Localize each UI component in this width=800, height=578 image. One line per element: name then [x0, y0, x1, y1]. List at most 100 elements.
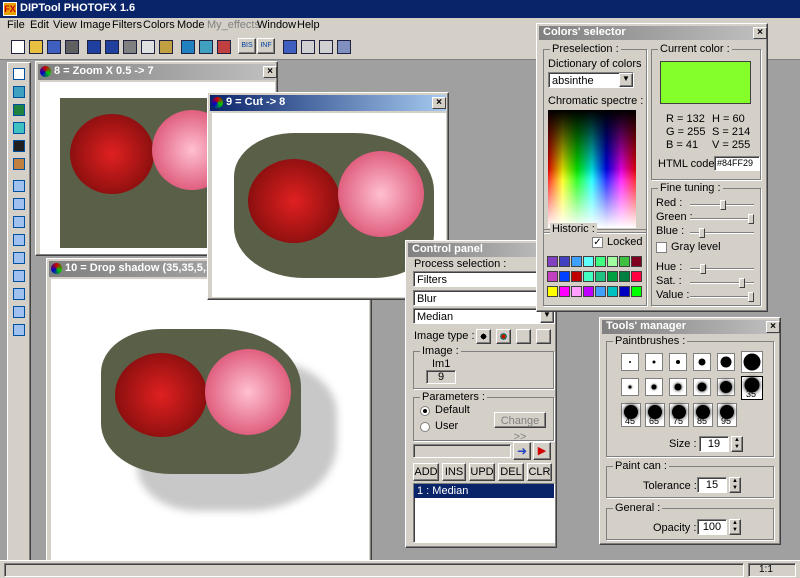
historic-swatch[interactable]	[607, 271, 618, 282]
brush-9[interactable]	[669, 378, 687, 396]
deselect-icon[interactable]	[11, 322, 27, 338]
historic-swatch[interactable]	[595, 286, 606, 297]
historic-swatch[interactable]	[631, 286, 642, 297]
print-icon[interactable]	[62, 37, 82, 57]
historic-swatch[interactable]	[619, 256, 630, 267]
locked-checkbox[interactable]: ✓	[592, 237, 603, 248]
tools-manager-titlebar[interactable]: Tools' manager	[602, 320, 778, 334]
clr-button[interactable]: CLR	[527, 463, 552, 481]
historic-swatch[interactable]	[583, 286, 594, 297]
blue-slider[interactable]	[690, 228, 754, 238]
size-input[interactable]: 19	[699, 436, 729, 452]
sat-slider[interactable]	[690, 278, 754, 288]
chevron-down-icon[interactable]: ▼	[619, 73, 633, 87]
brush-2[interactable]	[645, 353, 663, 371]
redo-icon[interactable]	[102, 37, 122, 57]
default-radio[interactable]	[420, 406, 430, 416]
historic-swatch[interactable]	[595, 271, 606, 282]
brush-75[interactable]: 75	[669, 403, 689, 427]
value-slider[interactable]	[690, 292, 754, 302]
invert-select-icon[interactable]	[11, 304, 27, 320]
menu-my-effects[interactable]: My_effects	[207, 19, 260, 31]
rgb-icon[interactable]	[214, 37, 234, 57]
freeform-select-icon[interactable]	[11, 232, 27, 248]
upd-button[interactable]: UPD	[469, 463, 495, 481]
menu-window[interactable]: Window	[257, 19, 296, 31]
pencil-icon[interactable]	[11, 84, 27, 100]
blue-slider-thumb[interactable]	[699, 228, 705, 238]
save-icon[interactable]	[44, 37, 64, 57]
del-button[interactable]: DEL	[498, 463, 524, 481]
menu-edit[interactable]: Edit	[30, 19, 49, 31]
historic-swatch[interactable]	[631, 271, 642, 282]
brush-35[interactable]: 35	[741, 376, 763, 400]
colors-selector-titlebar[interactable]: Colors' selector	[539, 26, 765, 40]
arrow-right-icon[interactable]: ➜	[513, 442, 531, 460]
opacity-stepper[interactable]: ▲ ▼	[729, 519, 741, 535]
historic-swatch[interactable]	[559, 286, 570, 297]
historic-swatch[interactable]	[559, 256, 570, 267]
historic-swatch[interactable]	[547, 256, 558, 267]
change-button[interactable]: Change >>	[494, 412, 546, 443]
dictionary-select[interactable]: absinthe ▼	[548, 72, 634, 88]
value-slider-thumb[interactable]	[748, 292, 754, 302]
process-input[interactable]	[413, 444, 511, 458]
ins-button[interactable]: INS	[442, 463, 466, 481]
polygon-select-icon[interactable]	[11, 250, 27, 266]
menu-colors[interactable]: Colors	[143, 19, 175, 31]
chromatic-spectrum[interactable]	[548, 110, 636, 228]
menu-mode[interactable]: Mode	[177, 19, 205, 31]
brush-85[interactable]: 85	[693, 403, 713, 427]
historic-swatch[interactable]	[571, 256, 582, 267]
lasso-icon[interactable]	[11, 268, 27, 284]
rect-select-icon[interactable]	[11, 178, 27, 194]
brush-45[interactable]: 45	[621, 403, 641, 427]
type-button-3[interactable]	[516, 329, 531, 344]
menu-image[interactable]: Image	[80, 19, 111, 31]
close-icon[interactable]: ×	[263, 66, 277, 78]
brush-4[interactable]	[693, 353, 711, 371]
historic-swatch[interactable]	[619, 286, 630, 297]
play-icon[interactable]: ▶	[533, 442, 551, 460]
magic-wand-icon[interactable]	[11, 286, 27, 302]
brush-1[interactable]	[621, 353, 639, 371]
brush-3[interactable]	[669, 353, 687, 371]
historic-swatch[interactable]	[583, 271, 594, 282]
inf-button[interactable]: INF	[257, 38, 275, 54]
process-median-select[interactable]: Median ▼	[413, 308, 555, 324]
type-button-4[interactable]	[536, 329, 551, 344]
menu-file[interactable]: File	[7, 19, 25, 31]
process-blur-field[interactable]: Blur	[413, 290, 555, 306]
shadow-canvas[interactable]	[51, 279, 369, 567]
historic-swatch[interactable]	[583, 256, 594, 267]
brush-7[interactable]	[621, 378, 639, 396]
bis-button[interactable]: BIS	[238, 38, 256, 54]
sat-slider-thumb[interactable]	[739, 278, 745, 288]
menu-help[interactable]: Help	[297, 19, 320, 31]
magnify-icon[interactable]	[196, 37, 216, 57]
brush-icon[interactable]	[11, 138, 27, 154]
window-zoom-titlebar[interactable]: 8 = Zoom X 0.5 -> 7	[38, 64, 275, 80]
ellipse-select-icon[interactable]	[11, 214, 27, 230]
close-icon[interactable]: ×	[432, 97, 446, 109]
gradient-icon[interactable]	[334, 37, 354, 57]
open-folder-icon[interactable]	[26, 37, 46, 57]
control-panel-titlebar[interactable]: Control panel	[408, 243, 554, 257]
user-radio[interactable]	[420, 422, 430, 432]
historic-swatch[interactable]	[631, 256, 642, 267]
hue-slider-thumb[interactable]	[700, 264, 706, 274]
red-slider[interactable]	[690, 200, 754, 210]
brush-65[interactable]: 65	[645, 403, 665, 427]
historic-swatch[interactable]	[571, 271, 582, 282]
crop-icon[interactable]	[316, 37, 336, 57]
brush-8[interactable]	[645, 378, 663, 396]
tolerance-input[interactable]: 15	[697, 477, 727, 493]
brush-5[interactable]	[717, 353, 735, 371]
historic-swatch[interactable]	[607, 286, 618, 297]
cut-icon[interactable]	[120, 37, 140, 57]
hue-slider[interactable]	[690, 264, 754, 274]
historic-swatch[interactable]	[607, 256, 618, 267]
pointer-icon[interactable]	[11, 66, 27, 82]
resize-icon[interactable]	[298, 37, 318, 57]
historic-swatch[interactable]	[559, 271, 570, 282]
